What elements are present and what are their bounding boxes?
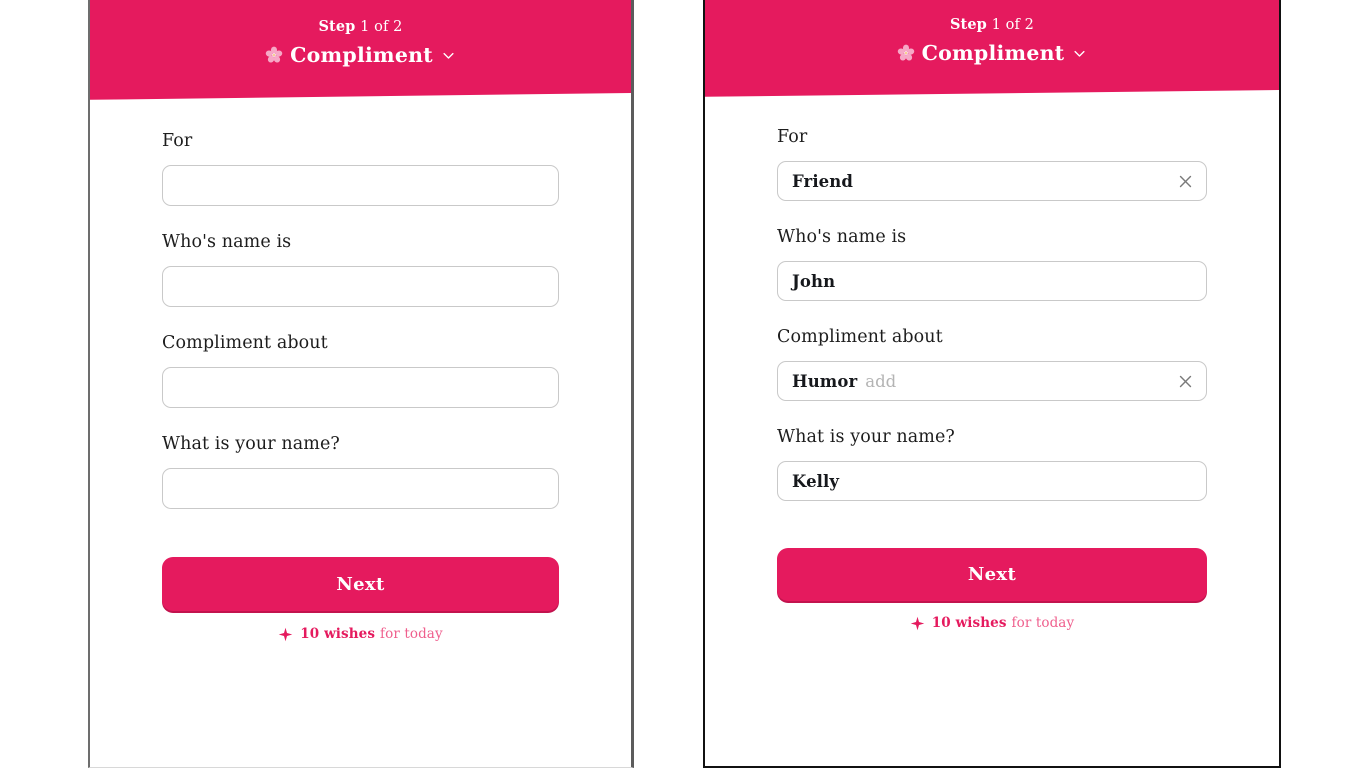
field-for: For: [162, 130, 559, 206]
compliment-panel-filled: Step 1 of 2 Compliment For Friend Who's …: [703, 0, 1281, 768]
wishes-count: 10 wishes: [300, 626, 376, 642]
wishes-remaining: 10 wishes for today: [777, 615, 1207, 631]
clear-icon[interactable]: [1175, 171, 1195, 191]
next-button-wrap: Next 10 wishes for today: [777, 548, 1207, 631]
field-compliment-about: Compliment about: [162, 332, 559, 408]
compliment-about-input[interactable]: [162, 367, 559, 408]
next-button[interactable]: Next: [162, 557, 559, 611]
compliment-form: For Friend Who's name is John Compliment…: [705, 100, 1279, 631]
field-label: What is your name?: [162, 434, 340, 454]
next-button-wrap: Next 10 wishes for today: [162, 557, 559, 642]
cherry-blossom-icon: [265, 46, 283, 64]
field-label: Who's name is: [777, 227, 907, 247]
field-label: For: [162, 131, 193, 151]
field-your-name: What is your name? Kelly: [777, 426, 1207, 501]
step-word: Step: [318, 18, 356, 35]
field-whos-name-is: Who's name is: [162, 231, 559, 307]
input-value: Friend: [792, 171, 854, 191]
field-label: Compliment about: [777, 327, 943, 347]
panel-header: Step 1 of 2 Compliment: [705, 0, 1279, 100]
input-value: John: [792, 271, 836, 291]
compliment-panel-empty: Step 1 of 2 Compliment For Who's name is…: [88, 0, 634, 768]
wish-type-label: Compliment: [921, 41, 1065, 65]
compliment-form: For Who's name is Compliment about What …: [90, 103, 631, 642]
field-your-name: What is your name?: [162, 433, 559, 509]
compliment-about-input[interactable]: Humor add: [777, 361, 1207, 401]
cherry-blossom-icon: [897, 44, 915, 62]
field-label: Compliment about: [162, 333, 328, 353]
add-tag-placeholder[interactable]: add: [865, 372, 896, 391]
field-label: What is your name?: [777, 427, 955, 447]
wish-type-selector[interactable]: Compliment: [705, 40, 1279, 66]
sender-name-input[interactable]: [162, 468, 559, 509]
step-count: 1 of 2: [355, 19, 403, 35]
step-word: Step: [949, 16, 987, 33]
panel-header: Step 1 of 2 Compliment: [90, 0, 631, 103]
field-for: For Friend: [777, 126, 1207, 201]
sparkle-icon: [910, 616, 925, 631]
sender-name-input[interactable]: Kelly: [777, 461, 1207, 501]
wishes-suffix: for today: [380, 626, 443, 642]
wish-type-label: Compliment: [290, 43, 433, 67]
clear-icon[interactable]: [1175, 371, 1195, 391]
wishes-suffix: for today: [1011, 615, 1075, 631]
next-button[interactable]: Next: [777, 548, 1207, 601]
wishes-remaining: 10 wishes for today: [162, 626, 559, 642]
app-stage: Step 1 of 2 Compliment For Who's name is…: [0, 0, 1366, 768]
input-value: Kelly: [792, 471, 840, 491]
step-count: 1 of 2: [986, 17, 1034, 33]
wish-type-selector[interactable]: Compliment: [90, 42, 631, 68]
step-indicator: Step 1 of 2: [90, 18, 631, 36]
chevron-down-icon[interactable]: [441, 48, 456, 63]
field-whos-name-is: Who's name is John: [777, 226, 1207, 301]
for-input[interactable]: [162, 165, 559, 206]
input-value: Humor: [792, 371, 858, 391]
field-label: Who's name is: [162, 232, 292, 252]
recipient-name-input[interactable]: [162, 266, 559, 307]
sparkle-icon: [278, 627, 293, 642]
step-indicator: Step 1 of 2: [705, 16, 1279, 34]
field-label: For: [777, 127, 808, 147]
field-compliment-about: Compliment about Humor add: [777, 326, 1207, 401]
chevron-down-icon[interactable]: [1072, 46, 1087, 61]
for-input[interactable]: Friend: [777, 161, 1207, 201]
recipient-name-input[interactable]: John: [777, 261, 1207, 301]
wishes-count: 10 wishes: [931, 615, 1007, 631]
